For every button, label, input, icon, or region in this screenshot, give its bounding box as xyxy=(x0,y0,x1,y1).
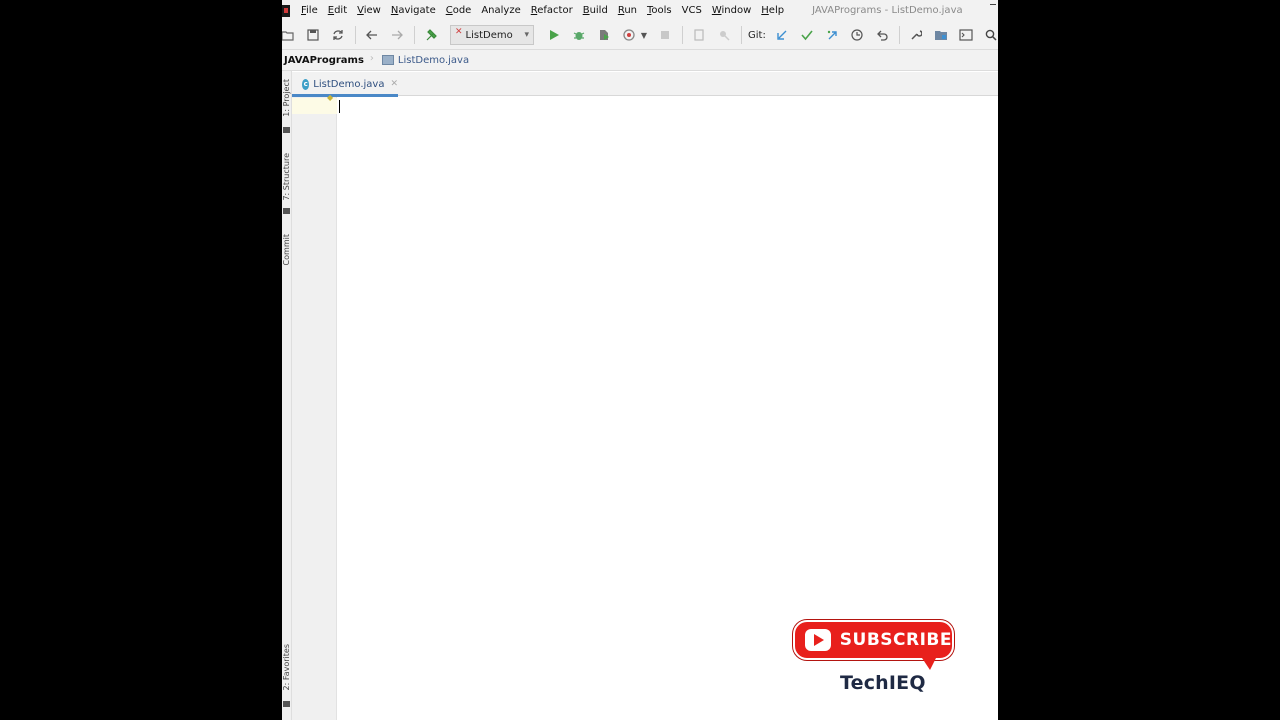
breadcrumb: JAVAPrograms › ListDemo.java xyxy=(282,50,998,71)
menu-item-label: ile xyxy=(306,5,318,16)
menu-item-vcs[interactable]: VCS xyxy=(682,5,702,16)
close-icon[interactable]: ✕ xyxy=(390,79,398,89)
save-icon[interactable] xyxy=(303,25,323,45)
menu-item-label: un xyxy=(624,5,637,16)
attach-debugger-icon[interactable] xyxy=(714,25,734,45)
toolbar-separator xyxy=(741,26,742,44)
git-update-icon[interactable] xyxy=(772,25,792,45)
fold-marker-icon: ◆ xyxy=(327,93,334,102)
stop-icon[interactable] xyxy=(655,25,675,45)
structure-icon xyxy=(283,127,290,133)
menu-item-label: VCS xyxy=(681,5,702,16)
open-folder-icon[interactable] xyxy=(282,25,298,45)
git-label: Git: xyxy=(748,29,766,41)
ide-window: File Edit View Navigate Code Analyze Refactor B… xyxy=(282,0,998,720)
history-icon[interactable] xyxy=(847,25,867,45)
java-file-icon xyxy=(381,55,394,65)
commit-icon xyxy=(283,208,290,214)
run-icon[interactable] xyxy=(544,25,564,45)
menu-mnemonic: H xyxy=(761,5,769,16)
menu-item-label: ools xyxy=(651,5,672,16)
toolbar-separator xyxy=(355,26,356,44)
menu-item-label: iew xyxy=(363,5,381,16)
menu-item-label: Analyze xyxy=(481,5,521,16)
build-hammer-icon[interactable] xyxy=(421,25,441,45)
editor-tabs: c ListDemo.java ✕ xyxy=(292,72,998,97)
menu-item-view[interactable]: View xyxy=(357,5,381,16)
menu-item-code[interactable]: Code xyxy=(446,5,472,16)
rollback-icon[interactable] xyxy=(872,25,892,45)
forward-icon[interactable] xyxy=(387,25,407,45)
java-class-icon: c xyxy=(302,78,310,90)
editor-tab-label: ListDemo.java xyxy=(313,78,385,90)
coverage-icon[interactable] xyxy=(594,25,614,45)
chevron-down-icon[interactable]: ▼ xyxy=(639,25,649,45)
breadcrumb-file[interactable]: ListDemo.java xyxy=(398,55,469,66)
run-config-label: ListDemo xyxy=(465,29,513,41)
menu-item-tools[interactable]: Tools xyxy=(647,5,672,16)
menu-item-label: elp xyxy=(768,5,785,16)
menu-item-refactor[interactable]: Refactor xyxy=(531,5,573,16)
tool-window-favorites[interactable]: 2: Favorites xyxy=(282,644,292,690)
editor-tab-active[interactable]: c ListDemo.java ✕ xyxy=(292,72,398,97)
run-configuration-select[interactable]: ✕ ListDemo ▾ xyxy=(450,25,534,45)
youtube-play-icon xyxy=(805,629,831,651)
menu-items: File Edit View Navigate Code Analyze Refactor B… xyxy=(301,5,794,16)
menu-item-analyze[interactable]: Analyze xyxy=(481,5,520,16)
menu-item-label: dit xyxy=(334,5,348,16)
toolbar: ✕ ListDemo ▾ ▼ Git: xyxy=(282,21,998,50)
menu-item-edit[interactable]: Edit xyxy=(328,5,347,16)
menu-mnemonic: C xyxy=(445,5,453,16)
device-icon[interactable] xyxy=(689,25,709,45)
menu-item-run[interactable]: Run xyxy=(618,5,637,16)
channel-name: TechIEQ xyxy=(840,672,926,694)
menu-item-window[interactable]: Window xyxy=(712,5,751,16)
search-icon[interactable] xyxy=(981,25,998,45)
git-push-icon[interactable] xyxy=(822,25,842,45)
project-structure-icon[interactable] xyxy=(931,25,951,45)
git-commit-icon[interactable] xyxy=(797,25,817,45)
tool-window-strip: 1: Project 7: Structure Commit 2: Favori… xyxy=(282,71,292,720)
menu-item-label: indow xyxy=(721,5,752,16)
toolbar-separator xyxy=(898,26,900,44)
menu-bar: File Edit View Navigate Code Analyze Refactor B… xyxy=(282,0,998,21)
menu-item-file[interactable]: File xyxy=(301,5,318,16)
toolbar-separator xyxy=(414,26,415,44)
chevron-right-icon: › xyxy=(369,53,374,64)
menu-item-label: avigate xyxy=(398,5,436,16)
minimize-icon[interactable] xyxy=(990,4,996,5)
app-logo-icon xyxy=(282,4,290,17)
menu-item-label: efactor xyxy=(537,5,573,16)
menu-item-help[interactable]: Help xyxy=(761,5,784,16)
breadcrumb-project[interactable]: JAVAPrograms xyxy=(284,55,364,66)
tool-window-commit[interactable]: Commit xyxy=(282,234,292,265)
subscribe-label: SUBSCRIBE xyxy=(839,630,952,650)
menu-item-label: uild xyxy=(589,5,608,16)
tool-window-structure[interactable]: 7: Structure xyxy=(282,153,292,201)
editor-gutter xyxy=(292,97,337,720)
menu-item-label: ode xyxy=(452,5,472,16)
chevron-down-icon: ▾ xyxy=(524,30,529,40)
tool-window-project[interactable]: 1: Project xyxy=(282,79,292,117)
text-caret xyxy=(339,100,340,113)
sync-icon[interactable] xyxy=(328,25,348,45)
debug-icon[interactable] xyxy=(569,25,589,45)
run-config-error-icon: ✕ xyxy=(455,27,463,37)
terminal-icon[interactable] xyxy=(956,25,976,45)
profile-icon[interactable] xyxy=(619,25,639,45)
star-icon xyxy=(283,701,290,707)
subscribe-button[interactable]: SUBSCRIBE xyxy=(793,620,954,670)
toolbar-separator xyxy=(682,26,683,44)
settings-wrench-icon[interactable] xyxy=(906,25,926,45)
menu-mnemonic: B xyxy=(582,5,590,16)
menu-item-build[interactable]: Build xyxy=(583,5,608,16)
window-title: JAVAPrograms - ListDemo.java xyxy=(812,5,963,16)
menu-item-navigate[interactable]: Navigate xyxy=(391,5,436,16)
back-icon[interactable] xyxy=(362,25,382,45)
menu-mnemonic: W xyxy=(711,5,722,16)
menu-mnemonic: V xyxy=(357,5,364,16)
